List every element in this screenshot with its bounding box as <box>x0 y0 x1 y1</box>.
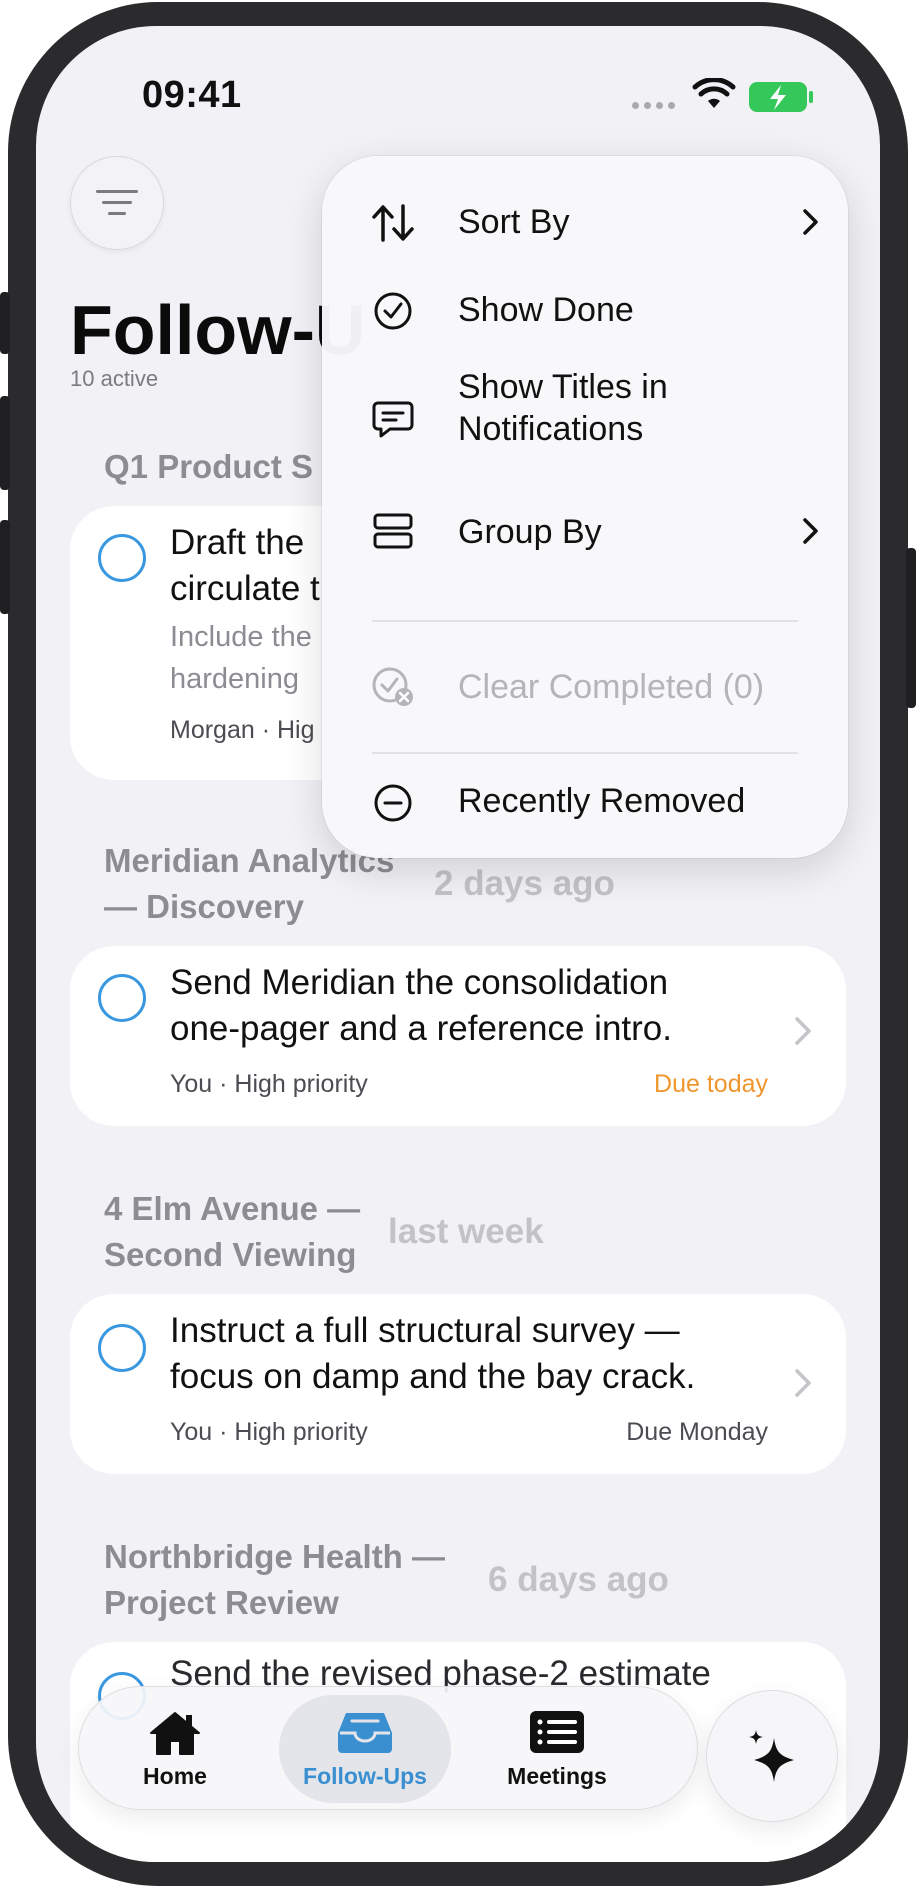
power-button <box>906 548 916 708</box>
menu-label: Recently Removed <box>458 782 746 820</box>
list-icon <box>530 1711 584 1753</box>
card-meta: Morgan · Hig <box>170 716 315 744</box>
card-title-line: one-pager and a reference intro. <box>170 1009 672 1048</box>
tab-bar: Home Follow-Ups Meetings <box>78 1686 698 1810</box>
sparkle-icon <box>749 1730 794 1782</box>
menu-label: Sort By <box>458 203 570 241</box>
menu-divider <box>372 752 798 754</box>
options-dropdown-menu: Sort By Show Done Show Titles in Notific… <box>322 156 848 858</box>
group-rows-icon <box>370 508 416 554</box>
menu-item-show-titles-in-notifications[interactable]: Show Titles in Notifications <box>322 352 848 486</box>
screen: 09:41 Follow-U 10 active Q1 Product S Dr… <box>36 26 880 1862</box>
card-title-line: focus on damp and the bay crack. <box>170 1357 696 1396</box>
menu-label: Show Done <box>458 291 634 329</box>
message-bubble-icon <box>370 396 416 442</box>
section-title-line: Northbridge Health — <box>104 1538 446 1575</box>
menu-divider <box>372 620 798 622</box>
card-title-line: Instruct a full structural survey — <box>170 1311 680 1350</box>
follow-up-card[interactable]: Send Meridian the consolidation one-page… <box>70 946 846 1126</box>
house-icon <box>150 1712 200 1755</box>
tab-label: Home <box>143 1763 207 1789</box>
tab-meetings[interactable]: Meetings <box>467 1687 647 1811</box>
wifi-icon <box>692 78 736 108</box>
action-button <box>0 292 10 354</box>
status-time: 09:41 <box>142 74 242 116</box>
card-title-line: circulate t <box>170 569 320 608</box>
menu-item-show-done[interactable]: Show Done <box>322 264 848 352</box>
complete-checkbox[interactable] <box>98 1324 146 1372</box>
card-meta: You · High priority <box>170 1418 368 1446</box>
section-title: Q1 Product S <box>104 448 314 485</box>
card-meta: You · High priority <box>170 1070 368 1098</box>
checkmark-circle-icon <box>370 288 416 334</box>
due-label: Due Monday <box>626 1418 768 1446</box>
section-time: 6 days ago <box>488 1560 669 1599</box>
complete-checkbox[interactable] <box>98 534 146 582</box>
section-title-line: — Discovery <box>104 888 304 925</box>
section-title-line: Project Review <box>104 1584 339 1621</box>
card-title-line: Draft the <box>170 523 305 562</box>
signal-dots-icon <box>632 102 675 109</box>
clear-completed-icon <box>370 664 416 710</box>
active-count: 10 active <box>70 366 159 391</box>
complete-checkbox[interactable] <box>98 974 146 1022</box>
section-time: last week <box>388 1212 544 1251</box>
menu-item-sort-by[interactable]: Sort By <box>322 180 848 264</box>
card-title-line: Send Meridian the consolidation <box>170 963 669 1002</box>
inbox-tray-icon <box>338 1713 392 1753</box>
menu-item-recently-removed[interactable]: Recently Removed <box>322 764 848 844</box>
menu-label-line: Notifications <box>458 410 644 448</box>
filter-menu-button[interactable] <box>70 156 164 250</box>
due-label: Due today <box>654 1070 768 1098</box>
sort-arrows-icon <box>370 200 416 246</box>
menu-item-group-by[interactable]: Group By <box>322 486 848 576</box>
section-title-line: 4 Elm Avenue — <box>104 1190 361 1227</box>
chevron-right-icon <box>795 1017 811 1045</box>
volume-up-button <box>0 396 10 490</box>
chevron-right-icon <box>795 1369 811 1397</box>
tab-label: Meetings <box>507 1763 607 1789</box>
lines-menu-icon <box>96 190 138 215</box>
chevron-right-icon <box>803 209 818 235</box>
card-note-line: hardening <box>170 663 299 695</box>
battery-charging-icon <box>749 82 813 112</box>
menu-label-line: Show Titles in <box>458 368 668 406</box>
volume-down-button <box>0 520 10 614</box>
menu-label: Clear Completed (0) <box>458 668 765 706</box>
section-title-line: Second Viewing <box>104 1236 357 1273</box>
section-time: 2 days ago <box>434 864 615 903</box>
tab-follow-ups[interactable]: Follow-Ups <box>279 1695 451 1803</box>
chevron-right-icon <box>803 518 818 544</box>
menu-item-clear-completed[interactable]: Clear Completed (0) <box>322 632 848 742</box>
card-note-line: Include the <box>170 621 312 653</box>
follow-up-card[interactable]: Instruct a full structural survey — focu… <box>70 1294 846 1474</box>
minus-circle-icon <box>370 780 416 826</box>
tab-label: Follow-Ups <box>303 1763 427 1789</box>
ai-assistant-button[interactable] <box>706 1690 838 1822</box>
menu-label: Group By <box>458 513 602 551</box>
tab-home[interactable]: Home <box>85 1687 265 1811</box>
